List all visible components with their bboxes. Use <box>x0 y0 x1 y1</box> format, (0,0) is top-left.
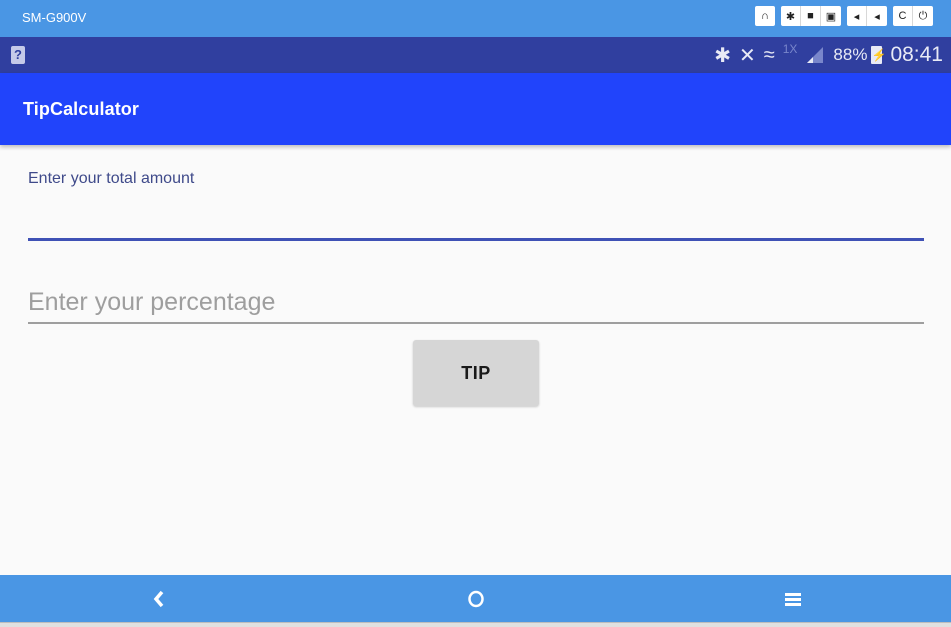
volume-down-icon[interactable]: ◂ <box>847 6 867 26</box>
network-type: 1X <box>782 42 798 56</box>
navigation-bar <box>0 575 951 622</box>
tool-group-power: C ⏻ <box>893 6 933 26</box>
settings-icon[interactable]: ✱ <box>781 6 801 26</box>
host-window-edge <box>0 622 951 627</box>
battery-charging-icon: ⚡ <box>871 46 887 64</box>
app-bar: TipCalculator <box>0 73 951 145</box>
wifi-icon: ≈ <box>763 43 775 66</box>
tool-group-volume: ◂ ◂ <box>847 6 887 26</box>
total-amount-underline <box>28 238 924 241</box>
signal-icon <box>805 45 825 65</box>
emulator-title-bar: SM-G900V ∩ ✱ ■ ▣ ◂ ◂ C ⏻ <box>0 0 951 37</box>
menu-button[interactable] <box>634 575 951 622</box>
no-sim-icon: ? <box>11 46 25 64</box>
tip-button[interactable]: TIP <box>413 340 539 406</box>
headset-icon[interactable]: ∩ <box>755 6 775 26</box>
percentage-underline <box>28 322 924 324</box>
back-icon <box>153 590 163 607</box>
clock: 08:41 <box>890 43 943 66</box>
home-button[interactable] <box>317 575 634 622</box>
tool-group-media: ✱ ■ ▣ <box>781 6 841 26</box>
device-name: SM-G900V <box>22 10 87 25</box>
app-title: TipCalculator <box>23 99 139 119</box>
battery-percent: 88% <box>833 45 868 64</box>
status-icons: ✱ ✕ ≈ 1X 88% ⚡ 08:41 <box>714 37 943 73</box>
percentage-input[interactable] <box>28 282 924 322</box>
total-amount-label: Enter your total amount <box>28 170 195 187</box>
tool-group-audio: ∩ <box>755 6 775 26</box>
video-icon[interactable]: ■ <box>801 6 821 26</box>
rotate-icon[interactable]: C <box>893 6 913 26</box>
volume-up-icon[interactable]: ◂ <box>867 6 887 26</box>
bluetooth-icon: ✱ <box>714 44 731 67</box>
home-icon <box>467 590 484 607</box>
emulator-toolbar: ∩ ✱ ■ ▣ ◂ ◂ C ⏻ <box>755 6 933 26</box>
total-amount-input[interactable] <box>28 200 924 236</box>
power-icon[interactable]: ⏻ <box>913 6 933 26</box>
mute-icon: ✕ <box>738 44 756 67</box>
back-button[interactable] <box>0 575 317 622</box>
camera-icon[interactable]: ▣ <box>821 6 841 26</box>
menu-icon <box>784 592 801 606</box>
